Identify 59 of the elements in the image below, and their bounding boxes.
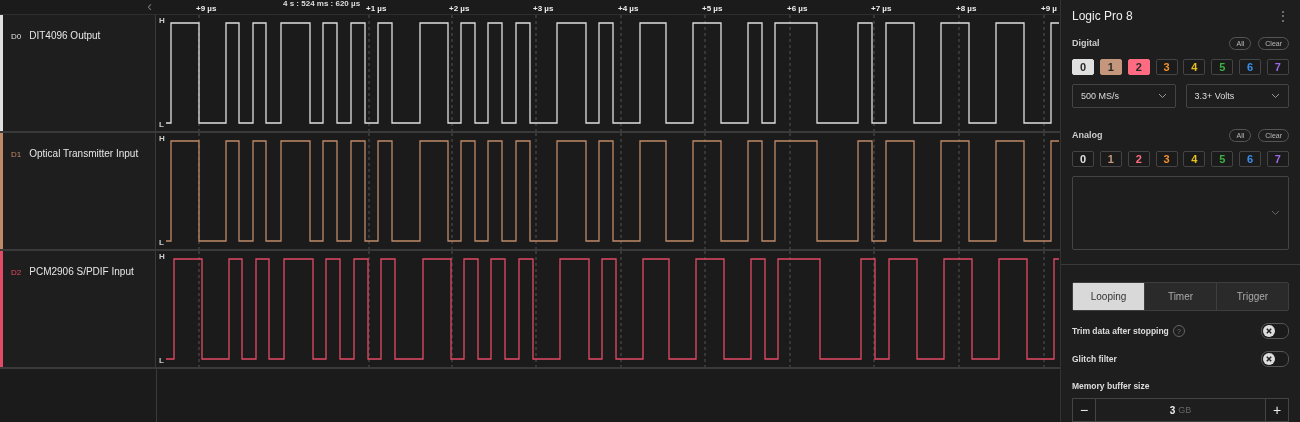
channel-toggle[interactable]: 1 <box>1099 59 1122 75</box>
memory-buffer-label: Memory buffer size <box>1072 381 1151 391</box>
channel-id: D0 <box>11 32 22 41</box>
chevron-down-icon <box>1271 210 1280 216</box>
channel-toggle[interactable]: 7 <box>1266 151 1289 167</box>
setting-label: Glitch filter <box>1072 354 1117 364</box>
high-level-label: H <box>159 135 165 143</box>
channel-toggle[interactable]: 5 <box>1211 151 1234 167</box>
channel-toggle[interactable]: 4 <box>1183 59 1206 75</box>
setting-label: Trim data after stopping <box>1072 326 1169 336</box>
channel-toggle[interactable]: 0 <box>1072 59 1094 75</box>
mode-tab[interactable]: Trigger <box>1216 283 1288 310</box>
collapse-icon[interactable]: ‹ <box>147 0 152 14</box>
time-tick-label: +3 µs <box>533 4 554 13</box>
low-level-label: L <box>159 239 164 247</box>
channel-toggle[interactable]: 2 <box>1127 59 1150 75</box>
channel-toggle[interactable]: 0 <box>1072 151 1094 167</box>
channel-toggle[interactable]: 3 <box>1155 59 1178 75</box>
channel-toggle[interactable]: 6 <box>1239 151 1262 167</box>
channel-name: PCM2906 S/PDIF Input <box>29 266 134 277</box>
time-tick-label: +9 µ <box>1041 4 1057 13</box>
high-level-label: H <box>159 17 165 25</box>
channel-name: DIT4096 Output <box>29 30 101 41</box>
section-label: Analog <box>1072 130 1103 140</box>
channel-name: Optical Transmitter Input <box>29 148 139 159</box>
channel-toggle[interactable]: 1 <box>1099 151 1122 167</box>
high-level-label: H <box>159 253 165 261</box>
time-tick-label: +4 µs <box>618 4 639 13</box>
channel-toggle[interactable]: 5 <box>1211 59 1234 75</box>
time-tick-label: +5 µs <box>702 4 723 13</box>
switch-knob-icon <box>1263 325 1275 337</box>
more-menu-icon[interactable]: ⋮ <box>1277 9 1289 23</box>
time-tick-label: +2 µs <box>449 4 470 13</box>
low-level-label: L <box>159 357 164 365</box>
channel-toggle[interactable]: 3 <box>1155 151 1178 167</box>
sample-rate-dropdown[interactable]: 500 MS/s <box>1072 84 1176 108</box>
channel-toggle[interactable]: 6 <box>1239 59 1262 75</box>
device-title: Logic Pro 8 <box>1072 9 1133 23</box>
switch-knob-icon <box>1263 353 1275 365</box>
mode-tab[interactable]: Looping <box>1073 283 1144 310</box>
time-tick-label: +7 µs <box>871 4 892 13</box>
toggle-switch[interactable] <box>1261 351 1289 367</box>
time-tick-label: +9 µs <box>196 4 217 13</box>
toggle-switch[interactable] <box>1261 323 1289 339</box>
chevron-down-icon <box>1271 93 1280 99</box>
time-tick-label: +6 µs <box>787 4 808 13</box>
channel-toggle[interactable]: 4 <box>1183 151 1206 167</box>
channel-toggle[interactable]: 7 <box>1266 59 1289 75</box>
channel-id: D2 <box>11 268 22 277</box>
channel-id: D1 <box>11 150 22 159</box>
timestamp: 4 s : 524 ms : 620 µs <box>283 0 361 8</box>
section-label: Digital <box>1072 38 1100 48</box>
voltage-dropdown[interactable]: 3.3+ Volts <box>1185 84 1289 108</box>
time-tick-label: +1 µs <box>366 4 387 13</box>
chevron-down-icon <box>1157 93 1167 99</box>
mode-tab[interactable]: Timer <box>1144 283 1216 310</box>
time-tick-label: +8 µs <box>956 4 977 13</box>
channel-toggle[interactable]: 2 <box>1127 151 1150 167</box>
low-level-label: L <box>159 121 164 129</box>
